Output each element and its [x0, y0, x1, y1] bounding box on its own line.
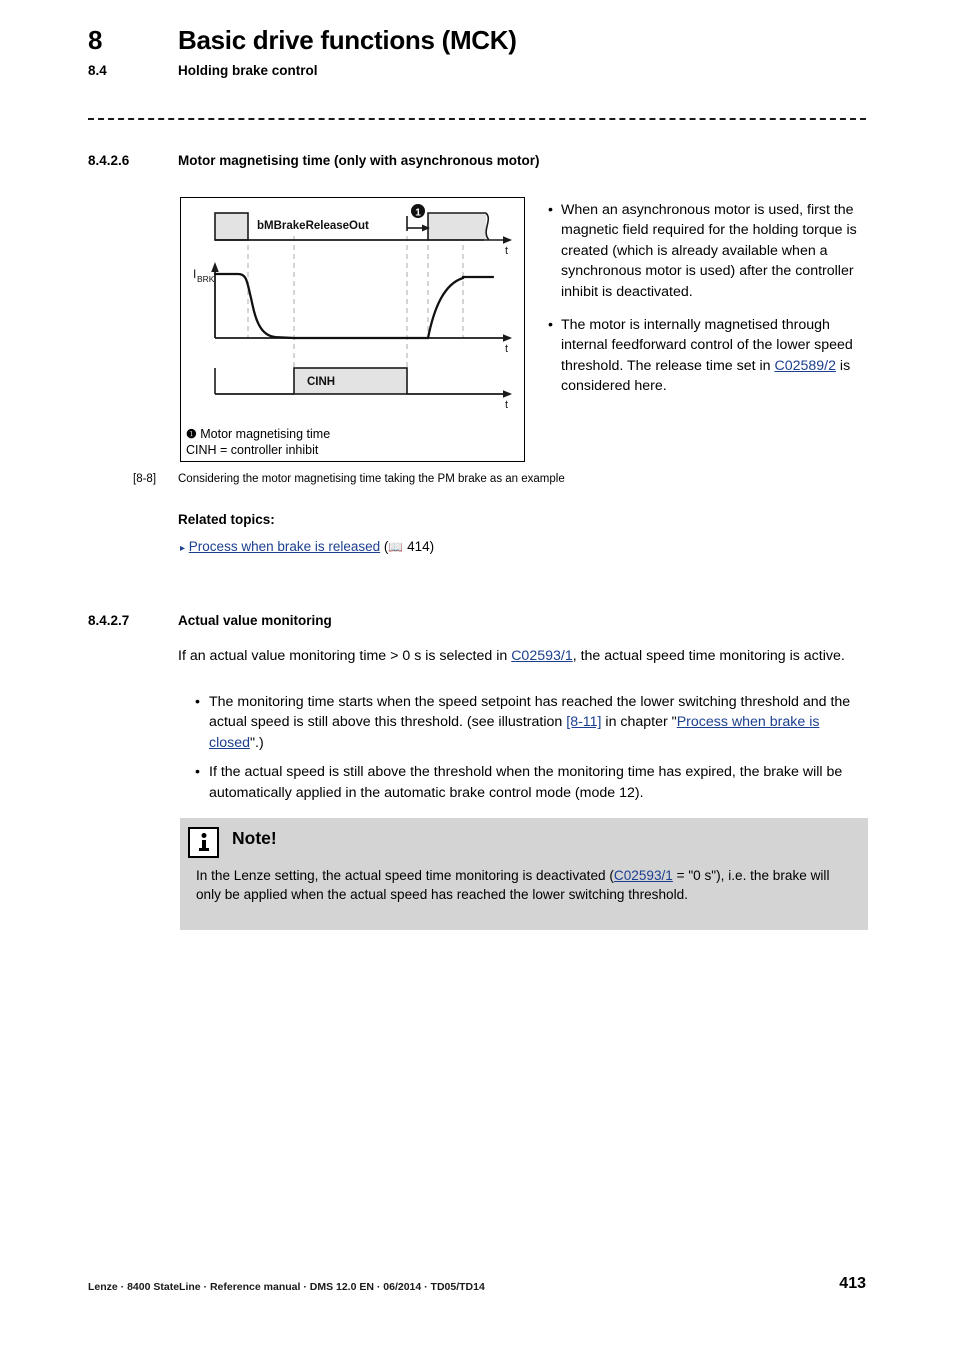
note-title: Note!: [232, 828, 277, 848]
bullet-dot: •: [548, 317, 553, 334]
link-c02593-1-intro[interactable]: C02593/1: [511, 648, 573, 664]
section-827-number: 8.4.2.7: [88, 613, 130, 628]
intro-post: , the actual speed time monitoring is ac…: [572, 648, 845, 664]
svg-text:bMBrakeReleaseOut: bMBrakeReleaseOut: [257, 220, 369, 232]
info-icon-base: [198, 848, 209, 851]
related-topics-row: ▸ Process when brake is released (📖 414): [180, 539, 434, 554]
svg-text:t: t: [505, 399, 508, 411]
section-827-bullet-list: • The monitoring time starts when the sp…: [195, 692, 870, 812]
bullet-text-pre: If the actual speed is still above the t…: [209, 764, 843, 801]
svg-text:BRK: BRK: [197, 274, 215, 284]
link-illustration-8-11[interactable]: [8-11]: [566, 714, 601, 730]
info-icon-dot: [201, 833, 206, 838]
triangle-bullet-icon: ▸: [180, 543, 186, 554]
document-page: 8 Basic drive functions (MCK) 8.4 Holdin…: [0, 0, 954, 1350]
note-text-pre: In the Lenze setting, the actual speed t…: [196, 868, 614, 883]
header-section-title: Holding brake control: [178, 63, 318, 78]
list-item: • If the actual speed is still above the…: [195, 762, 870, 803]
link-c02589-2[interactable]: C02589/2: [774, 358, 836, 374]
book-icon: 📖: [388, 540, 404, 554]
svg-text:CINH: CINH: [307, 376, 335, 388]
bullet-text-post: ".): [250, 734, 264, 751]
header-chapter-number: 8: [88, 25, 103, 55]
bullet-dot: •: [195, 764, 200, 781]
note-box: Note! In the Lenze setting, the actual s…: [180, 818, 868, 930]
info-icon: [188, 827, 219, 858]
section-826-number: 8.4.2.6: [88, 153, 130, 168]
page-ref-number: 414: [407, 539, 430, 554]
section-827-title: Actual value monitoring: [178, 613, 332, 628]
link-c02593-1-note[interactable]: C02593/1: [614, 868, 673, 883]
link-process-when-brake-released[interactable]: Process when brake is released: [189, 539, 380, 554]
header-section-number: 8.4: [88, 63, 107, 78]
svg-text:t: t: [505, 245, 508, 257]
section-827-intro-paragraph: If an actual value monitoring time > 0 s…: [178, 646, 868, 666]
footer-text: Lenze · 8400 StateLine · Reference manua…: [88, 1281, 485, 1293]
svg-text:1: 1: [415, 208, 421, 219]
bullet-text-mid: in chapter ": [601, 714, 677, 731]
legend-marker-text: Motor magnetising time: [200, 427, 331, 441]
figure-legend-marker: ❶ Motor magnetising time: [186, 426, 330, 442]
figure-caption-number: [8-8]: [133, 473, 157, 485]
list-item: • The monitoring time starts when the sp…: [195, 692, 870, 753]
intro-pre: If an actual value monitoring time > 0 s…: [178, 648, 512, 664]
note-body: In the Lenze setting, the actual speed t…: [196, 866, 856, 905]
bullet-text: When an asynchronous motor is used, firs…: [561, 202, 857, 300]
header-divider: [88, 118, 866, 120]
svg-text:t: t: [505, 343, 508, 355]
section-826-title: Motor magnetising time (only with asynch…: [178, 153, 540, 168]
legend-marker-icon: ❶: [186, 427, 197, 441]
svg-text:I: I: [193, 267, 196, 281]
section-826-bullet-list: • When an asynchronous motor is used, fi…: [547, 200, 867, 410]
bullet-dot: •: [195, 694, 200, 710]
footer-page-number: 413: [839, 1275, 866, 1292]
figure-caption-text: Considering the motor magnetising time t…: [178, 473, 565, 485]
figure-8-8: t bMBrakeReleaseOut 1 I BRK t CINH t: [180, 197, 525, 462]
header-chapter-title: Basic drive functions (MCK): [178, 25, 517, 55]
timing-diagram: t bMBrakeReleaseOut 1 I BRK t CINH t: [193, 204, 512, 411]
bullet-dot: •: [548, 202, 553, 218]
list-item: • When an asynchronous motor is used, fi…: [547, 200, 867, 302]
list-item: • The motor is internally magnetised thr…: [547, 315, 867, 397]
related-topics-heading: Related topics:: [178, 512, 275, 527]
figure-legend-cinh: CINH = controller inhibit: [186, 443, 319, 457]
page-ref-close: ): [429, 539, 435, 554]
